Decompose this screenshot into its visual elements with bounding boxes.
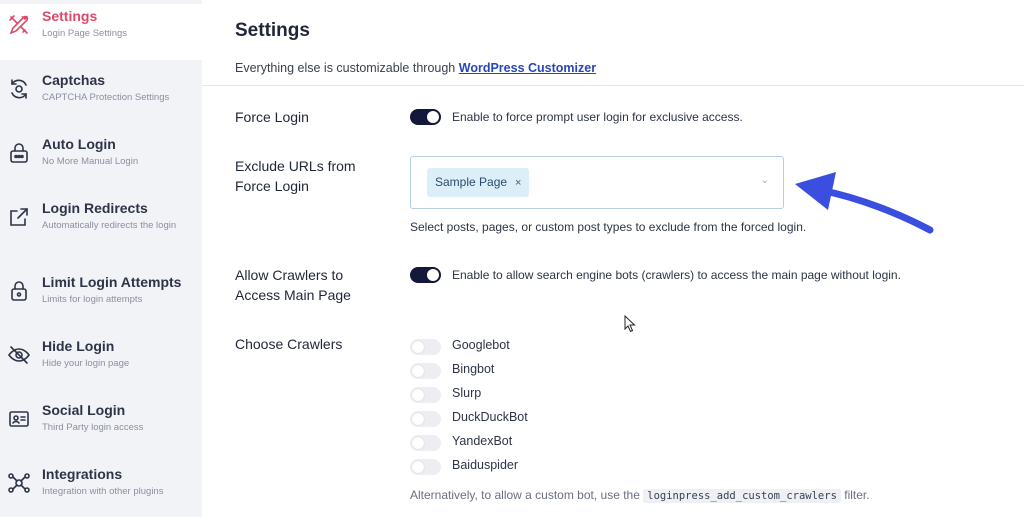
sidebar-item-subtitle: No More Manual Login [42, 156, 139, 167]
lock-icon [11, 281, 27, 301]
chevron-down-icon[interactable]: ⌄ [761, 175, 769, 186]
sidebar-item-subtitle: Third Party login access [42, 422, 144, 433]
crawler-toggle[interactable] [410, 339, 441, 355]
crawler-name: Slurp [452, 386, 482, 400]
wordpress-customizer-link[interactable]: WordPress Customizer [459, 61, 596, 75]
integrations-icon [8, 473, 30, 493]
custom-crawler-filter-code: loginpress_add_custom_crawlers [643, 489, 841, 503]
sidebar-item-label: Auto Login [42, 136, 116, 152]
sidebar-item-integrations[interactable]: Integrations Integration with other plug… [0, 462, 202, 517]
sidebar-item-label: Limit Login Attempts [42, 274, 182, 290]
exclude-urls-select[interactable]: Sample Page × ⌄ [410, 156, 784, 209]
sidebar-item-label: Settings [42, 8, 98, 24]
sidebar-item-label: Integrations [42, 466, 123, 482]
settings-panel: Settings Everything else is customizable… [202, 0, 1024, 517]
sidebar-item-label: Captchas [42, 72, 106, 88]
sidebar-item-subtitle: Hide your login page [42, 358, 130, 369]
annotation-arrow-icon [795, 172, 934, 234]
sidebar-item-subtitle: Integration with other plugins [42, 486, 164, 497]
crawler-duckduckbot: DuckDuckBot [410, 409, 610, 427]
crawler-name: Bingbot [452, 362, 495, 376]
crawler-yandexbot: YandexBot [410, 433, 610, 451]
remove-chip-icon[interactable]: × [515, 177, 521, 189]
force-login-label: Force Login [235, 109, 309, 125]
crawler-toggle[interactable] [410, 411, 441, 427]
crawler-name: YandexBot [452, 434, 513, 448]
intro-text: Everything else is customizable through … [235, 61, 596, 75]
crawler-toggle[interactable] [410, 387, 441, 403]
sidebar-item-subtitle: Automatically redirects the login [42, 220, 177, 231]
sidebar-item-label: Hide Login [42, 338, 115, 354]
force-login-description: Enable to force prompt user login for ex… [452, 110, 743, 124]
custom-crawler-note: Alternatively, to allow a custom bot, us… [410, 488, 870, 503]
crawler-bingbot: Bingbot [410, 361, 610, 379]
exclude-urls-label-line1: Exclude URLs from [235, 158, 356, 174]
page-title: Settings [235, 20, 310, 41]
crawler-baiduspider: Baiduspider [410, 457, 610, 475]
sidebar-item-hide-login[interactable]: Hide Login Hide your login page [0, 334, 202, 390]
sidebar-item-social-login[interactable]: Social Login Third Party login access [0, 398, 202, 454]
sidebar-item-settings[interactable]: Settings Login Page Settings [0, 4, 202, 60]
sidebar-item-label: Login Redirects [42, 200, 148, 216]
chip-label: Sample Page [435, 175, 508, 189]
force-login-toggle[interactable] [410, 109, 441, 125]
custom-crawler-note-suffix: filter. [844, 488, 870, 502]
sidebar-item-subtitle: Limits for login attempts [42, 294, 143, 305]
sidebar-item-login-redirects[interactable]: Login Redirects Automatically redirects … [0, 196, 202, 252]
mouse-cursor-icon [624, 315, 636, 333]
sidebar-item-limit-login-attempts[interactable]: Limit Login Attempts Limits for login at… [0, 270, 202, 326]
exclude-urls-help: Select posts, pages, or custom post type… [410, 220, 807, 234]
allow-crawlers-toggle[interactable] [410, 267, 441, 283]
id-card-icon [9, 411, 29, 427]
crawler-name: Googlebot [452, 338, 510, 352]
sidebar-item-auto-login[interactable]: Auto Login No More Manual Login [0, 132, 202, 188]
auto-login-icon [10, 143, 28, 163]
selected-page-chip: Sample Page × [427, 168, 530, 197]
crawler-toggle[interactable] [410, 459, 441, 475]
divider [202, 85, 1024, 86]
choose-crawlers-label: Choose Crawlers [235, 336, 343, 352]
crawler-toggle[interactable] [410, 363, 441, 379]
allow-crawlers-description: Enable to allow search engine bots (craw… [452, 268, 901, 282]
sidebar-item-subtitle: CAPTCHA Protection Settings [42, 92, 170, 103]
crawler-name: Baiduspider [452, 458, 519, 472]
exclude-urls-label-line2: Force Login [235, 178, 309, 194]
captcha-icon [11, 79, 27, 99]
exclude-urls-label: Exclude URLs from Force Login [235, 156, 385, 196]
sidebar-item-label: Social Login [42, 402, 126, 418]
tools-icon [9, 15, 29, 35]
sidebar-item-subtitle: Login Page Settings [42, 28, 128, 39]
crawler-slurp: Slurp [410, 385, 610, 403]
sidebar: Settings Login Page Settings Captchas CA… [0, 0, 202, 517]
custom-crawler-note-prefix: Alternatively, to allow a custom bot, us… [410, 488, 640, 502]
crawler-toggle[interactable] [410, 435, 441, 451]
crawler-name: DuckDuckBot [452, 410, 528, 424]
sidebar-item-captchas[interactable]: Captchas CAPTCHA Protection Settings [0, 68, 202, 124]
redirect-icon [10, 208, 28, 226]
crawler-googlebot: Googlebot [410, 337, 610, 355]
eye-slash-icon [8, 346, 30, 364]
intro-text-label: Everything else is customizable through [235, 61, 456, 75]
allow-crawlers-label-line1: Allow Crawlers to [235, 267, 344, 283]
allow-crawlers-label-line2: Access Main Page [235, 287, 351, 303]
allow-crawlers-label: Allow Crawlers to Access Main Page [235, 265, 385, 305]
